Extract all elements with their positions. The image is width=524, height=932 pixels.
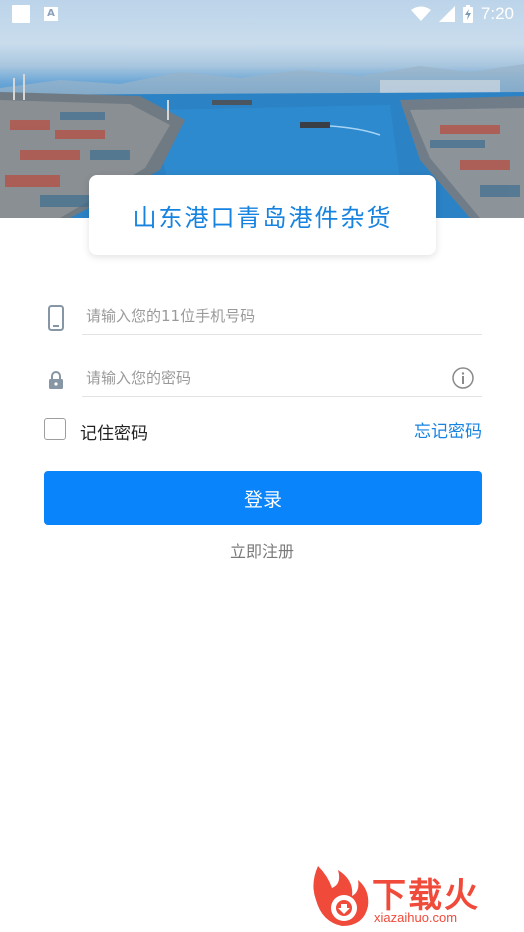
signal-icon xyxy=(438,6,455,22)
watermark-sub: xiazaihuo.com xyxy=(374,910,458,925)
remember-row: 记住密码 忘记密码 xyxy=(44,416,482,444)
status-bar: A 7:20 xyxy=(0,0,524,28)
flame-logo-icon xyxy=(313,866,369,926)
status-right: 7:20 xyxy=(410,4,514,24)
wifi-icon xyxy=(410,6,431,21)
login-button[interactable]: 登录 xyxy=(44,471,482,525)
remember-label: 记住密码 xyxy=(80,424,148,444)
register-link[interactable]: 立即注册 xyxy=(0,538,524,562)
app-title: 山东港口青岛港件杂货 xyxy=(132,203,393,232)
phone-icon xyxy=(44,304,68,332)
lock-icon xyxy=(44,366,68,394)
remember-checkbox[interactable] xyxy=(44,418,66,440)
watermark: 下载火 xiazaihuo.com xyxy=(308,862,524,932)
password-input[interactable] xyxy=(82,360,482,397)
phone-input[interactable] xyxy=(82,298,482,335)
phone-field xyxy=(44,298,482,338)
password-field xyxy=(44,360,482,400)
a-translate-icon: A xyxy=(44,7,58,21)
forgot-password-link[interactable]: 忘记密码 xyxy=(414,417,482,442)
status-time: 7:20 xyxy=(480,4,514,23)
status-left: A xyxy=(12,5,58,23)
notification-square-icon xyxy=(12,5,30,23)
title-card: 山东港口青岛港件杂货 xyxy=(89,175,436,255)
info-icon[interactable] xyxy=(452,367,474,389)
battery-charging-icon xyxy=(462,5,473,23)
